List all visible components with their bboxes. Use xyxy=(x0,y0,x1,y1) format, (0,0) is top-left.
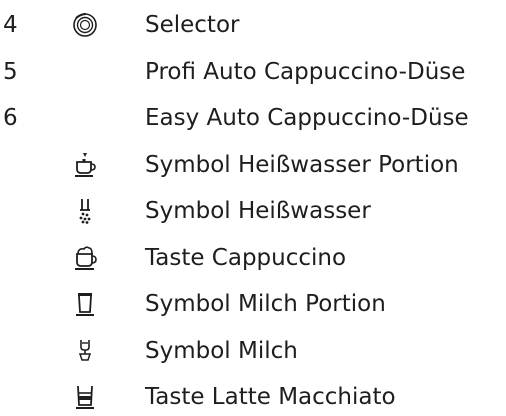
item-label: Selector xyxy=(145,12,240,38)
item-label: Symbol Heißwasser Portion xyxy=(145,152,459,178)
cappuccino-cup-icon xyxy=(72,245,98,271)
hot-water-portion-cup-icon xyxy=(72,152,98,178)
clipped-previous-line xyxy=(0,0,506,2)
milk-portion-glass-icon xyxy=(72,291,98,317)
item-label: Taste Cappuccino xyxy=(145,245,347,271)
list-item: Taste Latte Macchiato xyxy=(0,380,506,414)
hot-water-spout-icon xyxy=(72,198,98,224)
item-number: 6 xyxy=(3,105,18,131)
item-number: 4 xyxy=(3,12,18,38)
item-number: 5 xyxy=(3,59,18,85)
item-label: Easy Auto Cappuccino-Düse xyxy=(145,105,469,131)
list-item: Symbol Milch xyxy=(0,334,506,368)
item-label: Taste Latte Macchiato xyxy=(145,384,396,410)
list-item: 5 Profi Auto Cappuccino-Düse xyxy=(0,55,506,89)
item-label: Profi Auto Cappuccino-Düse xyxy=(145,59,466,85)
item-label: Symbol Milch xyxy=(145,338,298,364)
list-item: Symbol Heißwasser xyxy=(0,194,506,228)
list-item: Symbol Heißwasser Portion xyxy=(0,148,506,182)
list-item: 6 Easy Auto Cappuccino-Düse xyxy=(0,101,506,135)
item-label: Symbol Milch Portion xyxy=(145,291,386,317)
list-item: Symbol Milch Portion xyxy=(0,287,506,321)
list-item: 4 Selector xyxy=(0,8,506,42)
list-item: Taste Cappuccino xyxy=(0,241,506,275)
latte-macchiato-glass-icon xyxy=(72,384,98,410)
milk-dispenser-icon xyxy=(72,338,98,364)
item-label: Symbol Heißwasser xyxy=(145,198,371,224)
selector-dial-icon xyxy=(72,12,98,38)
